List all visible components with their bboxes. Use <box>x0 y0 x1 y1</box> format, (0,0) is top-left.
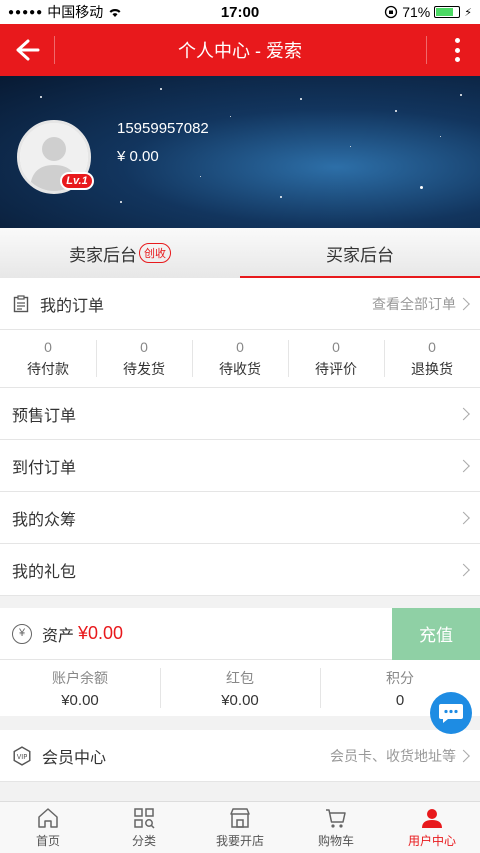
chat-icon[interactable] <box>430 692 472 734</box>
tab-buyer-backend[interactable]: 买家后台 <box>240 228 480 278</box>
status-label: 待收货 <box>219 360 261 377</box>
user-balance: ¥ 0.00 <box>117 148 159 165</box>
status-count: 0 <box>332 338 340 355</box>
app-header: 个人中心 - 爱索 <box>0 24 480 76</box>
menu-item-presale-orders[interactable]: 预售订单 <box>0 388 480 440</box>
status-label: 待发货 <box>123 360 165 377</box>
tab-seller-backend[interactable]: 卖家后台 创收 <box>0 228 240 278</box>
income-badge: 创收 <box>139 243 171 263</box>
vip-icon: VIP <box>13 745 31 766</box>
order-status-bar: 0 待付款 0 待发货 0 待收货 0 待评价 0 退换货 <box>0 330 480 388</box>
assets-label: 资产 <box>42 627 75 645</box>
divider <box>54 36 55 64</box>
assets-row: ¥ 资产 ¥0.00 充值 <box>0 607 480 660</box>
divider <box>426 36 427 64</box>
svg-text:VIP: VIP <box>17 752 28 760</box>
tabbar-cart[interactable]: 购物车 <box>288 802 384 853</box>
chevron-right-icon <box>457 459 470 472</box>
more-menu-icon[interactable] <box>452 36 462 64</box>
status-label: 退换货 <box>411 360 453 377</box>
menu-item-label: 我的礼包 <box>12 563 77 581</box>
status-count: 0 <box>428 338 436 355</box>
assets-amount: ¥0.00 <box>78 623 124 643</box>
asset-label: 账户余额 <box>52 669 108 686</box>
asset-label: 积分 <box>386 669 414 686</box>
chevron-right-icon <box>457 563 470 576</box>
bottom-tab-bar: 首页 分类 我要开店 购物车 用户中心 <box>0 801 480 853</box>
tab-label: 卖家后台 <box>69 245 137 265</box>
my-orders-row[interactable]: 我的订单 查看全部订单 <box>0 278 480 330</box>
clipboard-icon <box>13 294 29 312</box>
wifi-icon <box>109 9 121 17</box>
battery-percent: 71% <box>402 4 431 20</box>
cart-icon <box>326 809 346 828</box>
page-title: 个人中心 - 爱索 <box>178 41 302 61</box>
my-orders-title: 我的订单 <box>40 297 105 315</box>
asset-value: ¥0.00 <box>61 691 99 709</box>
status-label: 待付款 <box>27 360 69 377</box>
tabbar-category[interactable]: 分类 <box>96 802 192 853</box>
status-count: 0 <box>140 338 148 355</box>
asset-label: 红包 <box>226 669 254 686</box>
menu-item-gift-packs[interactable]: 我的礼包 <box>0 544 480 596</box>
tab-label: 买家后台 <box>326 245 394 265</box>
status-bar: ●●●●● 中国移动 17:00 71% ⚡ <box>0 0 480 24</box>
home-icon <box>38 808 58 828</box>
order-status-returns[interactable]: 0 退换货 <box>384 330 480 387</box>
menu-item-cod-orders[interactable]: 到付订单 <box>0 440 480 492</box>
member-section: VIP 会员中心 会员卡、收货地址等 <box>0 730 480 782</box>
tabbar-label: 首页 <box>35 834 60 848</box>
battery-icon <box>434 6 461 18</box>
tabbar-label: 购物车 <box>317 834 354 848</box>
order-status-pending-shipment[interactable]: 0 待发货 <box>96 330 192 387</box>
chevron-right-icon <box>457 749 470 762</box>
status-count: 0 <box>236 338 244 355</box>
store-icon <box>230 808 250 828</box>
order-status-pending-receipt[interactable]: 0 待收货 <box>192 330 288 387</box>
carrier: 中国移动 <box>47 4 104 20</box>
back-arrow-icon[interactable] <box>12 36 42 64</box>
member-center-row[interactable]: VIP 会员中心 会员卡、收货地址等 <box>0 730 480 782</box>
level-badge: Lv.1 <box>60 172 94 190</box>
order-status-pending-payment[interactable]: 0 待付款 <box>0 330 96 387</box>
tabbar-label: 用户中心 <box>407 834 456 848</box>
tabbar-open-store[interactable]: 我要开店 <box>192 802 288 853</box>
user-icon <box>422 809 442 828</box>
member-center-title: 会员中心 <box>42 749 107 767</box>
asset-account-balance[interactable]: 账户余额 ¥0.00 <box>0 660 160 716</box>
user-phone: 15959957082 <box>117 120 209 137</box>
menu-item-label: 预售订单 <box>12 407 77 425</box>
asset-red-packet[interactable]: 红包 ¥0.00 <box>160 660 320 716</box>
menu-item-label: 我的众筹 <box>12 511 77 529</box>
assets-section: ¥ 资产 ¥0.00 充值 账户余额 ¥0.00 红包 ¥0.00 积分 0 <box>0 607 480 716</box>
role-tabs: 卖家后台 创收 买家后台 <box>0 228 480 278</box>
menu-item-label: 到付订单 <box>12 459 77 477</box>
asset-value: ¥0.00 <box>221 691 259 709</box>
recharge-button[interactable]: 充值 <box>392 607 480 660</box>
yen-icon: ¥ <box>12 623 32 644</box>
chevron-right-icon <box>457 297 470 310</box>
chevron-right-icon <box>457 407 470 420</box>
orders-section: 我的订单 查看全部订单 0 待付款 0 待发货 0 待收货 0 待评价 0 退换货 预售订… <box>0 278 480 596</box>
view-all-orders-link[interactable]: 查看全部订单 <box>372 294 456 314</box>
tabbar-user-center[interactable]: 用户中心 <box>384 802 480 853</box>
tabbar-label: 我要开店 <box>215 834 264 848</box>
status-label: 待评价 <box>315 360 357 377</box>
chevron-right-icon <box>457 511 470 524</box>
profile-banner: Lv.1 15959957082 ¥ 0.00 <box>0 76 480 228</box>
tabbar-label: 分类 <box>131 834 156 848</box>
orientation-lock-icon <box>385 5 398 19</box>
asset-value: 0 <box>395 691 405 709</box>
tabbar-home[interactable]: 首页 <box>0 802 96 853</box>
menu-item-crowdfunding[interactable]: 我的众筹 <box>0 492 480 544</box>
charging-icon: ⚡ <box>464 6 472 19</box>
category-icon <box>134 808 155 829</box>
order-status-pending-review[interactable]: 0 待评价 <box>288 330 384 387</box>
signal-icon: ●●●●● <box>8 6 44 18</box>
member-center-hint: 会员卡、收货地址等 <box>330 747 456 764</box>
status-count: 0 <box>44 338 52 355</box>
asset-breakdown: 账户余额 ¥0.00 红包 ¥0.00 积分 0 <box>0 660 480 716</box>
